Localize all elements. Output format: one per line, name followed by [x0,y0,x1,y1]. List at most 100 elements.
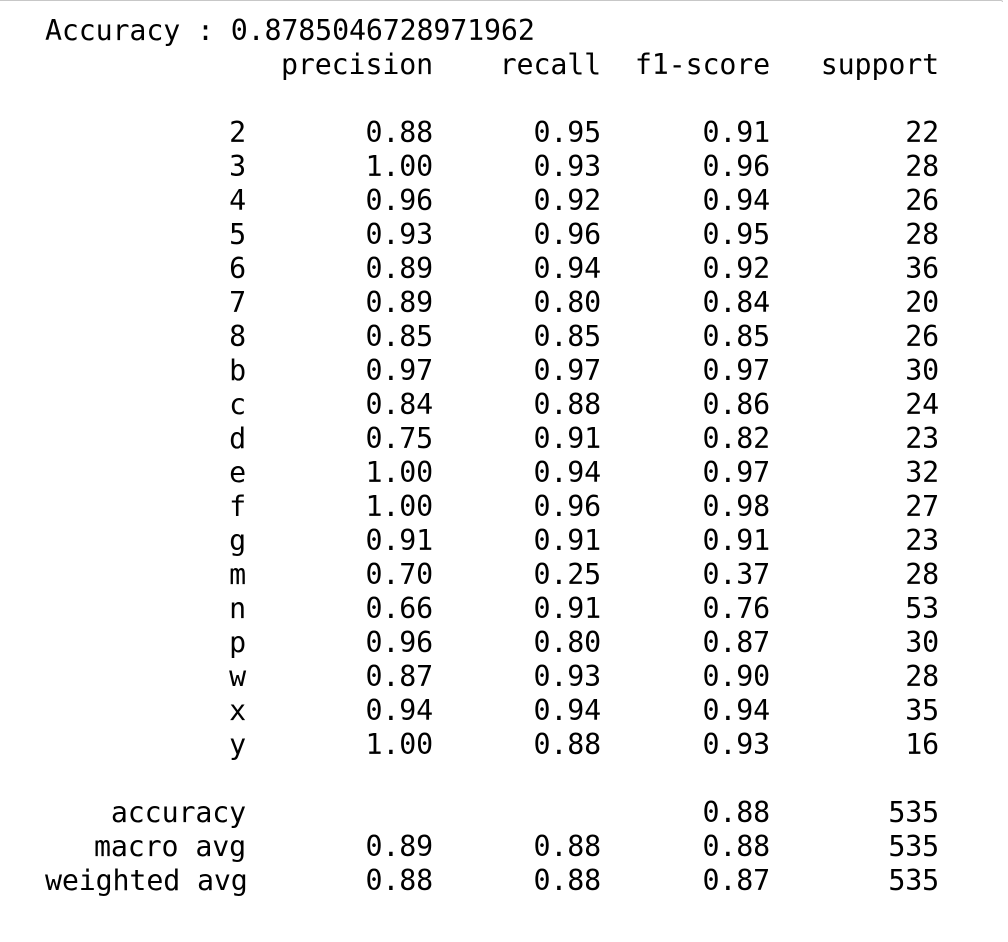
precision-value: 0.66 [365,592,433,625]
f1-score-value: 0.87 [702,864,770,897]
support-value: 28 [905,150,939,183]
class-report-row: n 0.66 0.91 0.76 53 [45,592,939,626]
class-report-row: c 0.84 0.88 0.86 24 [45,388,939,422]
recall-value: 0.94 [533,456,601,489]
f1-score-value: 0.93 [702,728,770,761]
row-label: weighted avg [45,864,248,897]
support-value: 26 [905,184,939,217]
row-label: n [229,592,246,625]
f1-score-value: 0.82 [702,422,770,455]
recall-value: 0.92 [533,184,601,217]
support-value: 535 [888,864,939,897]
precision-value: 0.85 [365,320,433,353]
recall-value: 0.93 [533,660,601,693]
row-label: 4 [229,184,246,217]
row-label: m [229,558,246,591]
precision-value: 0.94 [365,694,433,727]
f1-score-value: 0.97 [702,456,770,489]
row-label: accuracy [110,796,246,829]
class-report-row: 6 0.89 0.94 0.92 36 [45,252,939,286]
summary-report-row: accuracy 0.88 535 [45,796,939,830]
f1-score-value: 0.91 [702,524,770,557]
support-value: 26 [905,320,939,353]
precision-value: 1.00 [365,490,433,523]
recall-value: 0.95 [533,116,601,149]
row-label: c [229,388,246,421]
precision-value: 1.00 [365,150,433,183]
notebook-output: Accuracy : 0.8785046728971962 precision … [45,14,939,898]
row-label: w [229,660,246,693]
class-report-row: x 0.94 0.94 0.94 35 [45,694,939,728]
report-header-row: precision recall f1-score support [45,48,939,82]
precision-value: 1.00 [365,456,433,489]
f1-score-value: 0.85 [702,320,770,353]
header-precision: precision [281,48,433,81]
support-value: 20 [905,286,939,319]
precision-value: 0.88 [365,116,433,149]
support-value: 53 [905,592,939,625]
summary-rows: accuracy 0.88 535 macro avg 0.89 0.88 0.88 535 w… [45,796,939,898]
precision-value: 0.88 [365,864,433,897]
class-report-row: 4 0.96 0.92 0.94 26 [45,184,939,218]
recall-value: 0.25 [533,558,601,591]
row-label: 5 [229,218,246,251]
class-report-row: f 1.00 0.96 0.98 27 [45,490,939,524]
precision-value: 1.00 [365,728,433,761]
summary-report-row: weighted avg 0.88 0.88 0.87 535 [45,864,939,898]
class-report-row: 5 0.93 0.96 0.95 28 [45,218,939,252]
support-value: 30 [905,626,939,659]
f1-score-value: 0.88 [702,830,770,863]
row-label: f [229,490,246,523]
recall-value: 0.80 [533,626,601,659]
precision-value: 0.96 [365,184,433,217]
row-label: x [229,694,246,727]
support-value: 23 [905,524,939,557]
f1-score-value: 0.90 [702,660,770,693]
precision-value: 0.87 [365,660,433,693]
precision-value: 0.70 [365,558,433,591]
row-label: p [229,626,246,659]
support-value: 23 [905,422,939,455]
precision-value: 0.91 [365,524,433,557]
support-value: 30 [905,354,939,387]
f1-score-value: 0.95 [702,218,770,251]
class-report-row: 8 0.85 0.85 0.85 26 [45,320,939,354]
support-value: 535 [888,830,939,863]
class-report-row: d 0.75 0.91 0.82 23 [45,422,939,456]
class-report-row: m 0.70 0.25 0.37 28 [45,558,939,592]
recall-value: 0.94 [533,252,601,285]
f1-score-value: 0.92 [702,252,770,285]
precision-value: 0.93 [365,218,433,251]
recall-value: 0.80 [533,286,601,319]
precision-value: 0.75 [365,422,433,455]
precision-value: 0.84 [365,388,433,421]
class-rows: 2 0.88 0.95 0.91 22 3 1.00 0.93 0.96 28 4 0.96 0.92 0… [45,116,939,762]
row-label: 2 [229,116,246,149]
f1-score-value: 0.87 [702,626,770,659]
f1-score-value: 0.86 [702,388,770,421]
f1-score-value: 0.91 [702,116,770,149]
recall-value: 0.91 [533,524,601,557]
f1-score-value: 0.96 [702,150,770,183]
recall-value: 0.91 [533,592,601,625]
f1-score-value: 0.94 [702,694,770,727]
recall-value: 0.88 [533,388,601,421]
row-label: macro avg [94,830,246,863]
support-value: 16 [905,728,939,761]
class-report-row: 7 0.89 0.80 0.84 20 [45,286,939,320]
f1-score-value: 0.84 [702,286,770,319]
class-report-row: 2 0.88 0.95 0.91 22 [45,116,939,150]
row-label: g [229,524,246,557]
class-report-row: 3 1.00 0.93 0.96 28 [45,150,939,184]
header-support: support [820,48,939,81]
row-label: e [229,456,246,489]
support-value: 28 [905,558,939,591]
row-label: 8 [229,320,246,353]
recall-value: 0.93 [533,150,601,183]
precision-value: 0.89 [365,830,433,863]
recall-value: 0.96 [533,218,601,251]
class-report-row: b 0.97 0.97 0.97 30 [45,354,939,388]
f1-score-value: 0.37 [702,558,770,591]
precision-value: 0.89 [365,252,433,285]
